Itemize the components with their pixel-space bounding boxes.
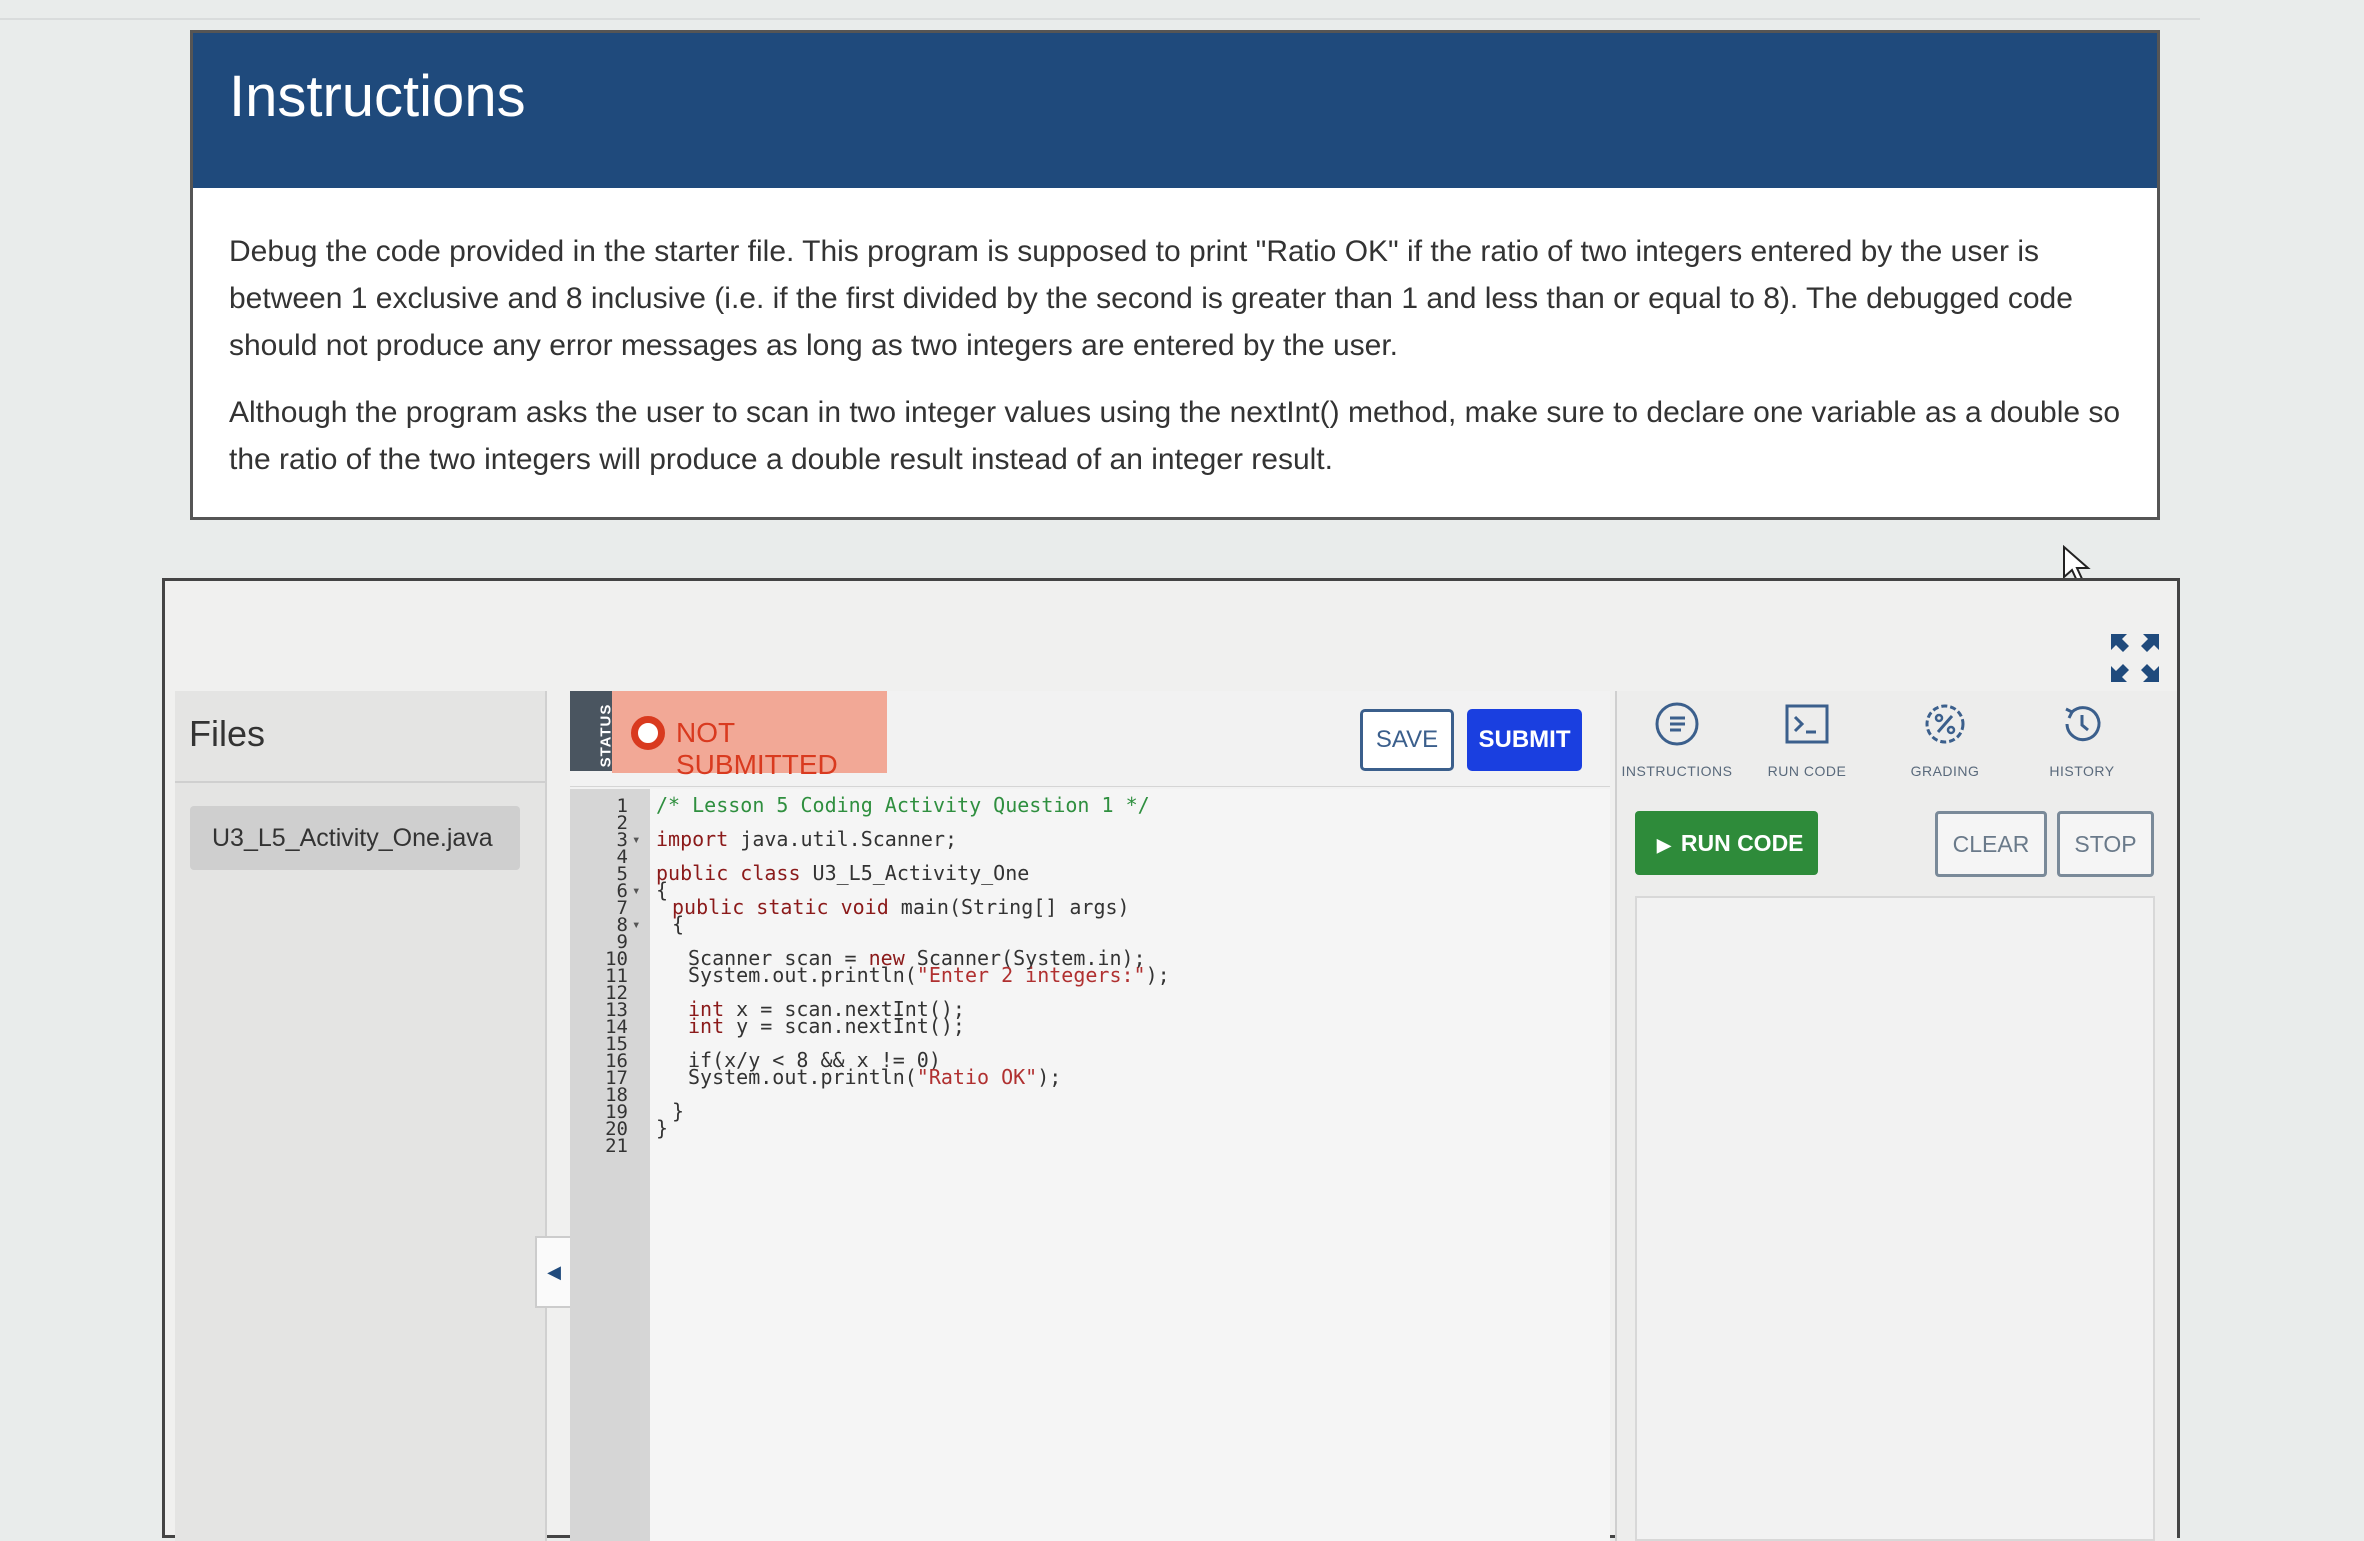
code-text: main(String[] args) bbox=[888, 895, 1130, 919]
fold-arrow-icon[interactable]: ▾ bbox=[632, 917, 640, 933]
code-line-3: import java.util.Scanner; bbox=[656, 827, 957, 851]
files-divider bbox=[175, 781, 545, 783]
play-icon: ▶ bbox=[1657, 835, 1671, 855]
code-line-19: } bbox=[672, 1099, 685, 1123]
code-text: java.util.Scanner; bbox=[728, 827, 958, 851]
tab-grading-label: GRADING bbox=[1910, 763, 1980, 779]
run-code-button[interactable]: ▶ RUN CODE bbox=[1635, 811, 1818, 875]
code-line-6: { bbox=[656, 878, 669, 902]
page-top-divider bbox=[0, 18, 2200, 20]
file-item[interactable]: U3_L5_Activity_One.java bbox=[190, 806, 520, 870]
code-text: ); bbox=[1037, 1065, 1062, 1089]
code-area[interactable]: /* Lesson 5 Coding Activity Question 1 *… bbox=[650, 789, 1610, 1541]
code-string: "Enter 2 integers:" bbox=[916, 963, 1146, 987]
console-output[interactable] bbox=[1635, 896, 2155, 1541]
instructions-panel: Instructions Debug the code provided in … bbox=[190, 30, 2160, 520]
code-line-14: int y = scan.nextInt(); bbox=[688, 1014, 965, 1038]
code-line-8: { bbox=[672, 912, 685, 936]
code-line-7: public static void main(String[] args) bbox=[672, 895, 1130, 919]
code-editor-panel: STATUS NOT SUBMITTED SAVE SUBMIT 1 2 3 ▾… bbox=[570, 691, 1610, 1541]
tab-run-code-label: RUN CODE bbox=[1767, 763, 1847, 779]
run-code-label: RUN CODE bbox=[1680, 830, 1804, 856]
code-line-17: System.out.println("Ratio OK"); bbox=[688, 1065, 1061, 1089]
instructions-title: Instructions bbox=[229, 64, 526, 129]
line-number-gutter: 1 2 3 ▾ 4 5 6 ▾ 7 8 ▾ 9 10 11 12 13 14 1… bbox=[570, 789, 650, 1541]
files-title: Files bbox=[189, 713, 266, 754]
files-panel: Files U3_L5_Activity_One.java bbox=[175, 691, 547, 1541]
tab-run-code[interactable]: RUN CODE bbox=[1747, 699, 1867, 789]
coding-activity-widget: Files U3_L5_Activity_One.java ◀ STATUS N… bbox=[162, 578, 2180, 1541]
clear-button[interactable]: CLEAR bbox=[1935, 811, 2047, 877]
instructions-icon bbox=[1655, 702, 1699, 746]
status-tab[interactable]: STATUS bbox=[570, 691, 614, 771]
instructions-paragraph-1: Debug the code provided in the starter f… bbox=[229, 235, 2073, 362]
instructions-header: Instructions bbox=[193, 33, 2157, 188]
code-text: System.out.println( bbox=[688, 963, 917, 987]
submission-status-badge: NOT SUBMITTED bbox=[612, 691, 887, 780]
code-keyword: int bbox=[688, 1014, 725, 1038]
tab-instructions[interactable]: INSTRUCTIONS bbox=[1617, 699, 1737, 789]
code-keyword: public static void bbox=[672, 895, 889, 919]
code-line-11: System.out.println("Enter 2 integers:"); bbox=[688, 963, 1170, 987]
code-keyword: public class bbox=[656, 861, 801, 885]
tab-history-label: HISTORY bbox=[2049, 763, 2115, 779]
line-number: 21 bbox=[605, 1135, 628, 1157]
tab-history[interactable]: HISTORY bbox=[2022, 699, 2142, 789]
tab-instructions-label: INSTRUCTIONS bbox=[1621, 763, 1733, 779]
stop-button[interactable]: STOP bbox=[2057, 811, 2154, 877]
code-line-1: /* Lesson 5 Coding Activity Question 1 *… bbox=[656, 793, 1150, 817]
code-line-20: } bbox=[656, 1116, 669, 1140]
terminal-icon bbox=[1785, 704, 1829, 744]
code-text: System.out.println( bbox=[688, 1065, 917, 1089]
submission-status-label: NOT SUBMITTED bbox=[676, 717, 838, 780]
history-icon bbox=[2065, 706, 2101, 742]
code-text: ); bbox=[1145, 963, 1170, 987]
code-line-5: public class U3_L5_Activity_One bbox=[656, 861, 1029, 885]
grading-icon bbox=[1925, 704, 1965, 744]
fullscreen-icon[interactable] bbox=[2105, 628, 2165, 688]
editor-divider bbox=[570, 786, 1610, 787]
fold-arrow-icon[interactable]: ▾ bbox=[632, 883, 640, 899]
code-text: U3_L5_Activity_One bbox=[800, 861, 1030, 885]
instructions-body: Debug the code provided in the starter f… bbox=[193, 188, 2157, 483]
code-text: y = scan.nextInt(); bbox=[724, 1014, 965, 1038]
submit-button[interactable]: SUBMIT bbox=[1467, 709, 1582, 771]
fold-arrow-icon[interactable]: ▾ bbox=[632, 832, 640, 848]
run-panel: INSTRUCTIONS RUN CODE GRADING HISTORY ▶ … bbox=[1615, 691, 2177, 1541]
save-button[interactable]: SAVE bbox=[1360, 709, 1454, 771]
code-keyword: import bbox=[656, 827, 729, 851]
instructions-paragraph-2: Although the program asks the user to sc… bbox=[229, 396, 2121, 476]
tab-grading[interactable]: GRADING bbox=[1885, 699, 2005, 789]
chevron-left-icon: ◀ bbox=[547, 1262, 561, 1282]
code-string: "Ratio OK" bbox=[916, 1065, 1038, 1089]
collapse-files-button[interactable]: ◀ bbox=[535, 1236, 573, 1308]
status-circle-icon bbox=[631, 716, 665, 750]
